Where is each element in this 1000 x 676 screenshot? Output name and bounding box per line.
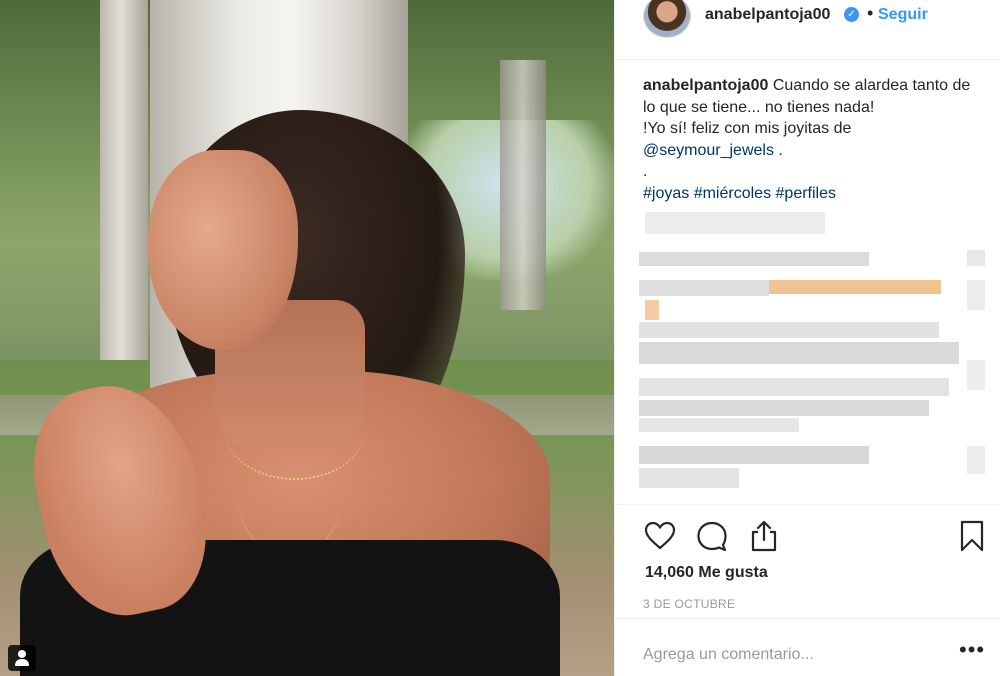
comment-bar: •••: [615, 618, 1000, 676]
hashtag-link[interactable]: #perfiles: [776, 185, 836, 202]
post-side-panel: anabelpantoja00 ✓ • Seguir anabelpantoja…: [614, 0, 1000, 676]
caption-mention-link[interactable]: @seymour_jewels: [643, 142, 774, 159]
comment-bubble-icon[interactable]: [695, 519, 729, 553]
header-separator: •: [867, 3, 874, 23]
user-tag-icon[interactable]: [8, 645, 36, 671]
verified-badge-icon: ✓: [844, 7, 859, 22]
heart-icon[interactable]: [643, 519, 677, 553]
post-photo[interactable]: [0, 0, 614, 676]
redacted-block: [967, 360, 985, 390]
photo-palm-trunk-left: [100, 0, 148, 370]
post-date[interactable]: 3 DE OCTUBRE: [643, 597, 735, 611]
photo-face: [148, 150, 298, 350]
redacted-block: [639, 342, 959, 364]
redacted-comments: [637, 210, 1000, 500]
redacted-block: [967, 280, 985, 310]
redacted-block: [769, 280, 941, 294]
photo-palm-trunk-right: [500, 60, 546, 310]
redacted-block: [967, 446, 985, 474]
post-actions: [615, 504, 1000, 564]
redacted-block: [639, 418, 799, 432]
photo-chain-necklace: [235, 400, 345, 560]
redacted-block: [639, 322, 939, 338]
redacted-block: [967, 250, 985, 266]
redacted-block: [639, 400, 929, 416]
redacted-block: [639, 378, 949, 396]
hashtag-link[interactable]: #miércoles: [694, 185, 771, 202]
header-username[interactable]: anabelpantoja00: [705, 6, 830, 24]
user-tag-icon-head: [18, 650, 26, 658]
hashtag-link[interactable]: #joyas: [643, 185, 689, 202]
user-tag-icon-body: [15, 659, 29, 666]
share-icon[interactable]: [747, 519, 781, 553]
likes-count[interactable]: 14,060 Me gusta: [645, 564, 768, 582]
more-options-icon[interactable]: •••: [959, 637, 985, 663]
post-header: anabelpantoja00 ✓ • Seguir: [615, 0, 1000, 60]
avatar[interactable]: [643, 0, 691, 38]
redacted-block: [639, 468, 739, 488]
redacted-block: [645, 212, 825, 234]
caption-mention-suffix: .: [773, 141, 783, 159]
caption-username[interactable]: anabelpantoja00: [643, 77, 768, 94]
follow-button[interactable]: Seguir: [878, 6, 928, 24]
caption-line2: !Yo sí! feliz con mis joyitas de: [643, 120, 852, 137]
bookmark-icon[interactable]: [955, 519, 989, 553]
redacted-block: [639, 446, 869, 464]
redacted-block: [639, 280, 769, 296]
redacted-block: [645, 300, 659, 320]
comment-input[interactable]: [643, 643, 943, 667]
redacted-block: [639, 252, 869, 266]
caption-dot: .: [643, 163, 648, 180]
post-caption: anabelpantoja00 Cuando se alardea tanto …: [643, 75, 983, 204]
